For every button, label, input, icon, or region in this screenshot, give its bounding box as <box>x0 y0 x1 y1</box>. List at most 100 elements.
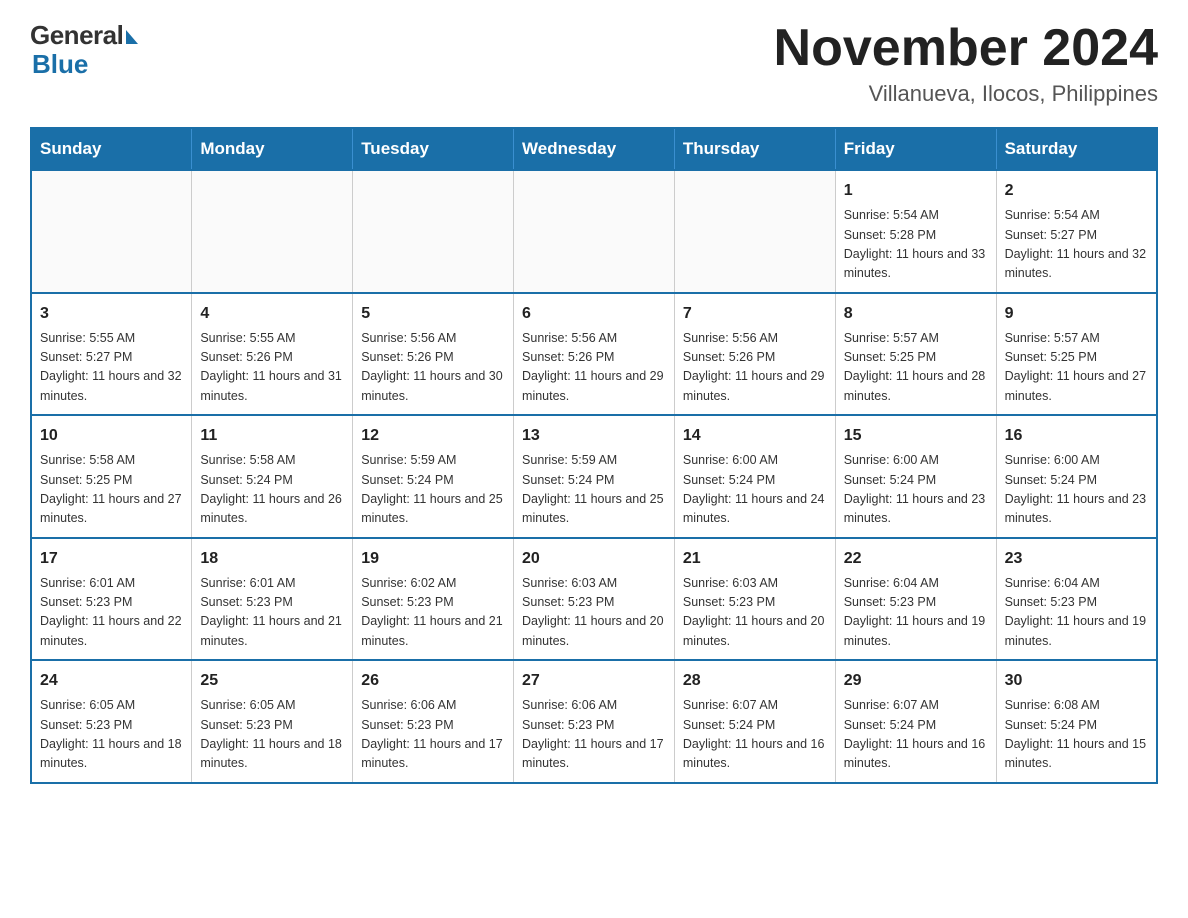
day-info: Sunrise: 6:03 AMSunset: 5:23 PMDaylight:… <box>522 574 666 652</box>
calendar-cell: 13Sunrise: 5:59 AMSunset: 5:24 PMDayligh… <box>514 415 675 538</box>
day-info: Sunrise: 6:05 AMSunset: 5:23 PMDaylight:… <box>200 696 344 774</box>
week-row-4: 17Sunrise: 6:01 AMSunset: 5:23 PMDayligh… <box>31 538 1157 661</box>
calendar-cell: 9 Sunrise: 5:57 AMSunset: 5:25 PMDaylight… <box>996 293 1157 416</box>
day-info: Sunrise: 6:00 AMSunset: 5:24 PMDaylight:… <box>683 451 827 529</box>
day-number: 6 <box>522 302 666 326</box>
calendar-cell: 18 Sunrise: 6:01 AMSunset: 5:23 PMDayligh… <box>192 538 353 661</box>
day-info: Sunrise: 5:56 AMSunset: 5:26 PMDaylight:… <box>522 329 666 407</box>
week-row-1: 1Sunrise: 5:54 AMSunset: 5:28 PMDaylight… <box>31 170 1157 293</box>
day-number: 5 <box>361 302 505 326</box>
column-header-friday: Friday <box>835 128 996 170</box>
day-number: 27 <box>522 669 666 693</box>
day-info: Sunrise: 5:54 AMSunset: 5:27 PMDaylight:… <box>1005 206 1148 284</box>
day-number: 28 <box>683 669 827 693</box>
day-number: 3 <box>40 302 183 326</box>
calendar-cell: 4 Sunrise: 5:55 AMSunset: 5:26 PMDaylight… <box>192 293 353 416</box>
calendar-cell: 11 Sunrise: 5:58 AMSunset: 5:24 PMDayligh… <box>192 415 353 538</box>
day-info: Sunrise: 5:58 AMSunset: 5:24 PMDaylight:… <box>200 451 344 529</box>
day-number: 4 <box>200 302 344 326</box>
day-number: 9 <box>1005 302 1148 326</box>
day-number: 8 <box>844 302 988 326</box>
calendar-cell: 10 Sunrise: 5:58 AMSunset: 5:25 PMDayligh… <box>31 415 192 538</box>
calendar-cell: 21Sunrise: 6:03 AMSunset: 5:23 PMDayligh… <box>674 538 835 661</box>
calendar-cell: 26Sunrise: 6:06 AMSunset: 5:23 PMDayligh… <box>353 660 514 783</box>
day-info: Sunrise: 6:04 AMSunset: 5:23 PMDaylight:… <box>844 574 988 652</box>
column-header-sunday: Sunday <box>31 128 192 170</box>
calendar-cell: 8 Sunrise: 5:57 AMSunset: 5:25 PMDaylight… <box>835 293 996 416</box>
calendar-cell: 2 Sunrise: 5:54 AMSunset: 5:27 PMDaylight… <box>996 170 1157 293</box>
day-info: Sunrise: 5:57 AMSunset: 5:25 PMDaylight:… <box>1005 329 1148 407</box>
day-info: Sunrise: 6:00 AMSunset: 5:24 PMDaylight:… <box>844 451 988 529</box>
day-info: Sunrise: 6:06 AMSunset: 5:23 PMDaylight:… <box>522 696 666 774</box>
calendar-cell: 6 Sunrise: 5:56 AMSunset: 5:26 PMDaylight… <box>514 293 675 416</box>
day-number: 18 <box>200 547 344 571</box>
calendar-cell: 27 Sunrise: 6:06 AMSunset: 5:23 PMDayligh… <box>514 660 675 783</box>
calendar-cell: 24 Sunrise: 6:05 AMSunset: 5:23 PMDayligh… <box>31 660 192 783</box>
calendar-cell <box>514 170 675 293</box>
calendar-header-row: SundayMondayTuesdayWednesdayThursdayFrid… <box>31 128 1157 170</box>
day-info: Sunrise: 5:57 AMSunset: 5:25 PMDaylight:… <box>844 329 988 407</box>
day-info: Sunrise: 5:55 AMSunset: 5:27 PMDaylight:… <box>40 329 183 407</box>
day-info: Sunrise: 5:54 AMSunset: 5:28 PMDaylight:… <box>844 206 988 284</box>
column-header-monday: Monday <box>192 128 353 170</box>
calendar-cell: 28 Sunrise: 6:07 AMSunset: 5:24 PMDayligh… <box>674 660 835 783</box>
day-number: 21 <box>683 547 827 571</box>
calendar-cell: 25 Sunrise: 6:05 AMSunset: 5:23 PMDayligh… <box>192 660 353 783</box>
day-number: 29 <box>844 669 988 693</box>
day-number: 12 <box>361 424 505 448</box>
calendar-cell: 17Sunrise: 6:01 AMSunset: 5:23 PMDayligh… <box>31 538 192 661</box>
calendar-cell: 5Sunrise: 5:56 AMSunset: 5:26 PMDaylight… <box>353 293 514 416</box>
week-row-5: 24 Sunrise: 6:05 AMSunset: 5:23 PMDayligh… <box>31 660 1157 783</box>
day-info: Sunrise: 6:05 AMSunset: 5:23 PMDaylight:… <box>40 696 183 774</box>
calendar-cell: 1Sunrise: 5:54 AMSunset: 5:28 PMDaylight… <box>835 170 996 293</box>
day-number: 13 <box>522 424 666 448</box>
logo: General Blue <box>30 20 138 80</box>
day-info: Sunrise: 6:01 AMSunset: 5:23 PMDaylight:… <box>200 574 344 652</box>
column-header-tuesday: Tuesday <box>353 128 514 170</box>
calendar-cell: 14 Sunrise: 6:00 AMSunset: 5:24 PMDayligh… <box>674 415 835 538</box>
calendar-cell: 7Sunrise: 5:56 AMSunset: 5:26 PMDaylight… <box>674 293 835 416</box>
calendar-cell: 16Sunrise: 6:00 AMSunset: 5:24 PMDayligh… <box>996 415 1157 538</box>
day-info: Sunrise: 5:55 AMSunset: 5:26 PMDaylight:… <box>200 329 344 407</box>
calendar-cell: 23Sunrise: 6:04 AMSunset: 5:23 PMDayligh… <box>996 538 1157 661</box>
calendar-cell: 22Sunrise: 6:04 AMSunset: 5:23 PMDayligh… <box>835 538 996 661</box>
week-row-3: 10 Sunrise: 5:58 AMSunset: 5:25 PMDayligh… <box>31 415 1157 538</box>
calendar-cell <box>192 170 353 293</box>
day-info: Sunrise: 6:08 AMSunset: 5:24 PMDaylight:… <box>1005 696 1148 774</box>
calendar-subtitle: Villanueva, Ilocos, Philippines <box>774 81 1158 107</box>
day-number: 30 <box>1005 669 1148 693</box>
column-header-saturday: Saturday <box>996 128 1157 170</box>
day-number: 11 <box>200 424 344 448</box>
calendar-cell: 29 Sunrise: 6:07 AMSunset: 5:24 PMDayligh… <box>835 660 996 783</box>
day-number: 10 <box>40 424 183 448</box>
column-header-wednesday: Wednesday <box>514 128 675 170</box>
day-info: Sunrise: 6:07 AMSunset: 5:24 PMDaylight:… <box>844 696 988 774</box>
day-number: 25 <box>200 669 344 693</box>
column-header-thursday: Thursday <box>674 128 835 170</box>
day-info: Sunrise: 5:59 AMSunset: 5:24 PMDaylight:… <box>361 451 505 529</box>
day-info: Sunrise: 5:58 AMSunset: 5:25 PMDaylight:… <box>40 451 183 529</box>
calendar-cell: 15Sunrise: 6:00 AMSunset: 5:24 PMDayligh… <box>835 415 996 538</box>
day-number: 16 <box>1005 424 1148 448</box>
day-info: Sunrise: 5:56 AMSunset: 5:26 PMDaylight:… <box>683 329 827 407</box>
day-info: Sunrise: 6:01 AMSunset: 5:23 PMDaylight:… <box>40 574 183 652</box>
calendar-cell: 3 Sunrise: 5:55 AMSunset: 5:27 PMDaylight… <box>31 293 192 416</box>
calendar-table: SundayMondayTuesdayWednesdayThursdayFrid… <box>30 127 1158 784</box>
logo-blue-text: Blue <box>32 49 88 80</box>
logo-general-text: General <box>30 20 123 51</box>
day-info: Sunrise: 6:02 AMSunset: 5:23 PMDaylight:… <box>361 574 505 652</box>
logo-triangle-icon <box>126 30 138 44</box>
day-number: 14 <box>683 424 827 448</box>
day-info: Sunrise: 6:07 AMSunset: 5:24 PMDaylight:… <box>683 696 827 774</box>
calendar-cell: 19Sunrise: 6:02 AMSunset: 5:23 PMDayligh… <box>353 538 514 661</box>
week-row-2: 3 Sunrise: 5:55 AMSunset: 5:27 PMDaylight… <box>31 293 1157 416</box>
day-info: Sunrise: 6:06 AMSunset: 5:23 PMDaylight:… <box>361 696 505 774</box>
calendar-cell: 30 Sunrise: 6:08 AMSunset: 5:24 PMDayligh… <box>996 660 1157 783</box>
day-number: 23 <box>1005 547 1148 571</box>
calendar-header: November 2024 Villanueva, Ilocos, Philip… <box>774 20 1158 107</box>
calendar-cell: 12 Sunrise: 5:59 AMSunset: 5:24 PMDayligh… <box>353 415 514 538</box>
calendar-cell <box>31 170 192 293</box>
day-number: 24 <box>40 669 183 693</box>
day-number: 2 <box>1005 179 1148 203</box>
calendar-cell <box>353 170 514 293</box>
